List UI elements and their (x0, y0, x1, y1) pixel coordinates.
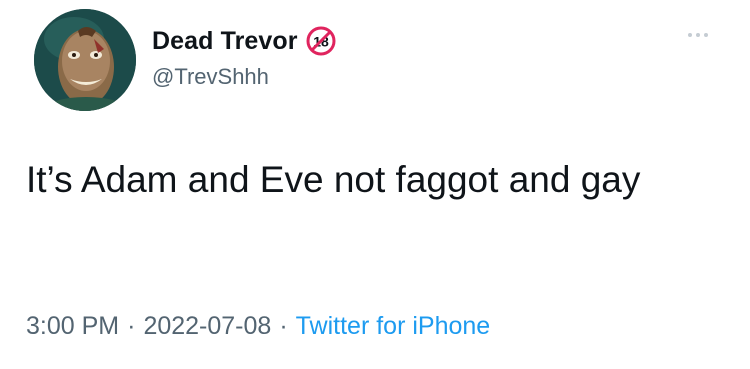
user-handle[interactable]: @TrevShhh (152, 64, 269, 90)
tweet-card: Dead Trevor 18 @TrevShhh It’s Adam and E… (0, 0, 750, 369)
more-dot-icon (704, 33, 708, 37)
avatar-image (34, 9, 136, 111)
tweet-source-link[interactable]: Twitter for iPhone (296, 312, 491, 340)
more-options-button[interactable] (680, 25, 716, 45)
tweet-meta: 3:00 PM · 2022-07-08 · Twitter for iPhone (26, 312, 490, 341)
more-dot-icon (688, 33, 692, 37)
tweet-date[interactable]: 2022-07-08 (143, 312, 271, 340)
more-dot-icon (696, 33, 700, 37)
display-name[interactable]: Dead Trevor (152, 27, 298, 56)
separator: · (279, 312, 288, 340)
author-name-row: Dead Trevor 18 (152, 26, 336, 56)
avatar[interactable] (34, 9, 136, 111)
tweet-time[interactable]: 3:00 PM (26, 312, 119, 340)
no-under-18-icon: 18 (306, 26, 336, 56)
tweet-text: It’s Adam and Eve not faggot and gay (26, 159, 641, 200)
separator: · (127, 312, 136, 340)
